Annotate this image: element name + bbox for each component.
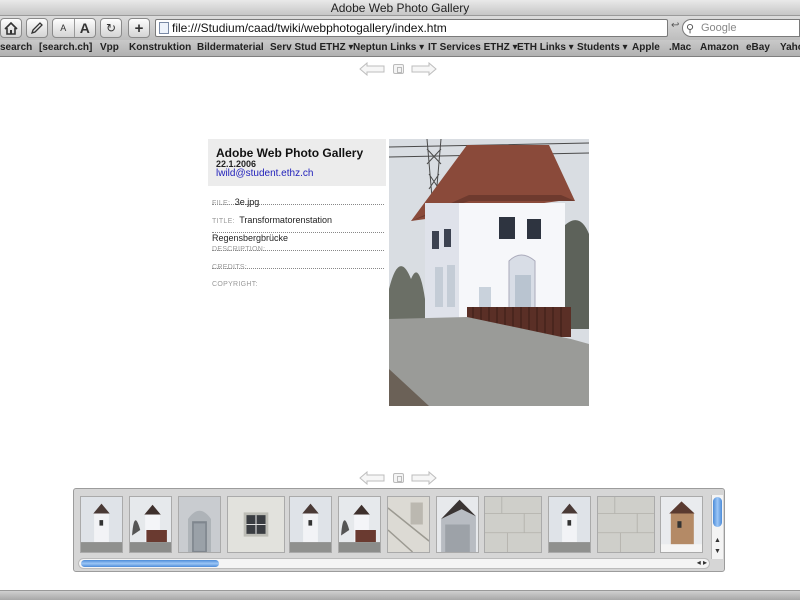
scroll-up-icon[interactable]: ▲: [714, 537, 721, 544]
next-arrow-icon[interactable]: [411, 62, 437, 76]
main-photo: [389, 139, 589, 406]
home-button[interactable]: [0, 18, 22, 38]
gallery-title: Adobe Web Photo Gallery: [216, 146, 364, 160]
description-field: DESCRIPTION:: [212, 238, 384, 253]
thumbnail[interactable]: [80, 496, 123, 553]
index-icon[interactable]: [393, 473, 404, 483]
bookmark-item[interactable]: .Mac: [669, 42, 691, 53]
bookmark-menu[interactable]: IT Services ETHZ ▾: [428, 42, 518, 53]
thumbnail-image: [130, 497, 171, 552]
gallery-info-header: Adobe Web Photo Gallery 22.1.2006 lwild@…: [208, 139, 386, 186]
browser-toolbar: A A ↻ + file:///Studium/caad/twiki/webph…: [0, 16, 800, 40]
thumbnail[interactable]: [548, 496, 591, 553]
bookmark-menu[interactable]: Neptun Links ▾: [353, 42, 424, 53]
horizontal-scrollbar[interactable]: ◂ ▸: [78, 558, 710, 569]
thumbnail-image: [485, 497, 541, 552]
reload-button[interactable]: ↻: [100, 18, 122, 38]
snapback-icon[interactable]: ↩: [671, 20, 679, 31]
page-icon: [159, 22, 169, 34]
text-size-control: A A: [52, 18, 96, 38]
address-url: file:///Studium/caad/twiki/webphotogalle…: [172, 21, 447, 35]
home-icon: [4, 21, 18, 35]
bookmark-item[interactable]: Bildermaterial: [197, 42, 264, 53]
thumbnail-image: [598, 497, 654, 552]
edit-bookmarks-button[interactable]: [26, 18, 48, 38]
thumbnail-image: [290, 497, 331, 552]
credits-field: CREDITS:: [212, 256, 384, 271]
thumbnail-image: [437, 497, 478, 552]
scroll-down-icon[interactable]: ▼: [714, 548, 721, 555]
window-bottom-edge: [0, 590, 800, 600]
text-smaller-button[interactable]: A: [53, 19, 75, 37]
text-bigger-button[interactable]: A: [75, 19, 96, 37]
next-arrow-icon[interactable]: [411, 471, 437, 485]
bookmark-item[interactable]: Vpp: [100, 42, 119, 53]
thumbnail-image: [388, 497, 429, 552]
gallery-email-link[interactable]: lwild@student.ethz.ch: [216, 168, 313, 179]
reload-icon: ↻: [105, 21, 117, 35]
bookmark-item[interactable]: eBay: [746, 42, 770, 53]
file-field: FILE: 3e.jpg: [212, 192, 384, 207]
thumbnail[interactable]: [597, 496, 655, 553]
bookmark-item[interactable]: [search.ch]: [39, 42, 92, 53]
bookmark-menu[interactable]: Serv Stud ETHZ ▾: [270, 42, 353, 53]
title-label: TITLE:: [212, 218, 235, 225]
thumbnail[interactable]: [227, 496, 285, 553]
thumbnail-image: [661, 497, 702, 552]
address-bar[interactable]: file:///Studium/caad/twiki/webphotogalle…: [155, 19, 668, 37]
credits-label: CREDITS:: [212, 264, 248, 271]
thumbnail-image: [228, 497, 284, 552]
search-placeholder: Google: [701, 22, 737, 34]
window-title: Adobe Web Photo Gallery: [0, 0, 800, 16]
bookmarks-bar: search [search.ch] Vpp Konstruktion Bild…: [0, 40, 800, 57]
thumbnail-filmstrip: ▲ ▼ ◂ ▸: [73, 488, 725, 572]
file-value: 3e.jpg: [234, 197, 260, 207]
bookmark-item[interactable]: Yaho: [780, 42, 800, 53]
thumbnail[interactable]: [660, 496, 703, 553]
bookmark-menu[interactable]: Students ▾: [577, 42, 628, 53]
thumbnail[interactable]: [436, 496, 479, 553]
pencil-icon: [30, 22, 43, 35]
previous-arrow-icon[interactable]: [359, 62, 385, 76]
copyright-field: COPYRIGHT:: [212, 273, 384, 288]
thumbnail[interactable]: [338, 496, 381, 553]
scroll-knob[interactable]: [713, 497, 722, 527]
thumbnail-image: [549, 497, 590, 552]
search-field[interactable]: ⚲ Google: [682, 19, 800, 37]
bookmark-menu[interactable]: ETH Links ▾: [517, 42, 574, 53]
thumbnail-image: [339, 497, 380, 552]
bookmark-item[interactable]: search: [0, 42, 32, 53]
bookmark-item[interactable]: Amazon: [700, 42, 739, 53]
plus-icon: +: [134, 19, 144, 37]
description-label: DESCRIPTION:: [212, 246, 266, 253]
title-field: TITLE: Transformatorenstation Regensberg…: [212, 210, 384, 243]
add-bookmark-button[interactable]: +: [128, 18, 150, 38]
thumbnail-image: [179, 497, 220, 552]
bookmark-item[interactable]: Konstruktion: [129, 42, 191, 53]
vertical-scrollbar[interactable]: ▲ ▼: [711, 495, 723, 559]
top-image-nav: [359, 62, 439, 76]
scroll-arrows-icon[interactable]: ◂ ▸: [697, 558, 707, 567]
thumbnail[interactable]: [129, 496, 172, 553]
bookmark-item[interactable]: Apple: [632, 42, 660, 53]
thumbnail[interactable]: [484, 496, 542, 553]
previous-arrow-icon[interactable]: [359, 471, 385, 485]
bottom-image-nav: [359, 471, 439, 485]
thumbnail[interactable]: [387, 496, 430, 553]
copyright-label: COPYRIGHT:: [212, 281, 258, 288]
thumbnail[interactable]: [178, 496, 221, 553]
index-icon[interactable]: [393, 64, 404, 74]
scroll-knob[interactable]: [81, 560, 219, 567]
thumbnail-image: [81, 497, 122, 552]
file-label: FILE:: [212, 200, 231, 207]
search-icon: ⚲: [686, 23, 695, 35]
thumbnail[interactable]: [289, 496, 332, 553]
